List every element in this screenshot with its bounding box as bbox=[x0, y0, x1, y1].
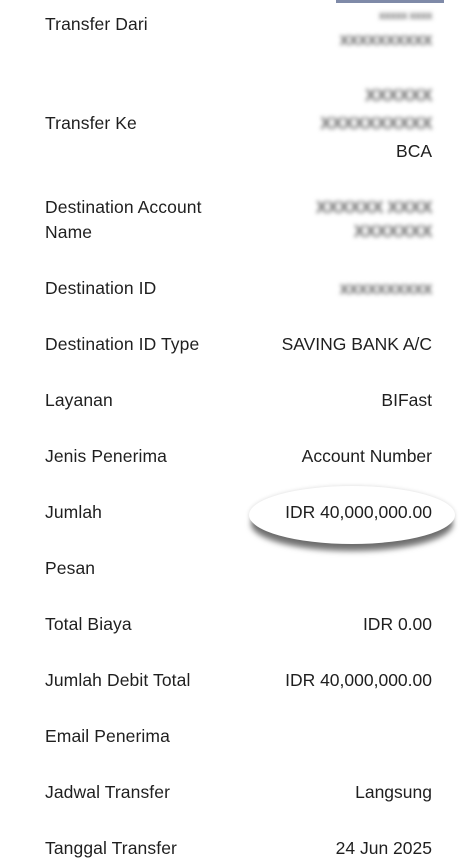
row-label: Transfer Ke bbox=[45, 113, 137, 133]
recipient-account-redacted: XXXXXXXXXX bbox=[320, 113, 432, 133]
sender-name-redacted: xxxxx xxxx bbox=[378, 10, 433, 22]
row-value: IDR 0.00 bbox=[362, 614, 432, 634]
row-label: Tanggal Transfer bbox=[45, 838, 177, 858]
row-label: Pesan bbox=[45, 558, 96, 578]
row-value: Account Number bbox=[301, 446, 432, 466]
row-label: Email Penerima bbox=[45, 726, 170, 746]
row-value: IDR 40,000,000.00 bbox=[285, 670, 432, 690]
destination-name-redacted-line1: XXXXXX XXXX bbox=[315, 197, 433, 217]
row-label: Jumlah Debit Total bbox=[45, 670, 191, 690]
sender-account-redacted: xxxxxxxxxx bbox=[339, 29, 433, 49]
amount-value: IDR 40,000,000.00 bbox=[285, 502, 432, 522]
row-value: BIFast bbox=[381, 390, 432, 410]
row-label: Total Biaya bbox=[45, 614, 132, 634]
top-tab-indicator bbox=[336, 0, 444, 3]
recipient-bank: BCA bbox=[396, 141, 432, 161]
row-label: Destination Account Name bbox=[45, 197, 202, 242]
row-label: Destination ID bbox=[45, 278, 157, 298]
recipient-name-redacted: XXXXXX bbox=[364, 85, 433, 105]
row-value: 24 Jun 2025 bbox=[335, 838, 432, 858]
row-label: Jenis Penerima bbox=[45, 446, 168, 466]
destination-id-redacted: xxxxxxxxxx bbox=[339, 278, 433, 298]
row-value: SAVING BANK A/C bbox=[281, 334, 432, 354]
row-label: Layanan bbox=[45, 390, 113, 410]
row-label: Jumlah bbox=[45, 502, 103, 522]
row-label: Destination ID Type bbox=[45, 334, 200, 354]
row-value: Langsung bbox=[355, 782, 432, 802]
row-label: Jadwal Transfer bbox=[45, 782, 171, 802]
row-label: Transfer Dari bbox=[45, 14, 148, 34]
destination-name-redacted-line2: XXXXXXX bbox=[353, 221, 433, 241]
